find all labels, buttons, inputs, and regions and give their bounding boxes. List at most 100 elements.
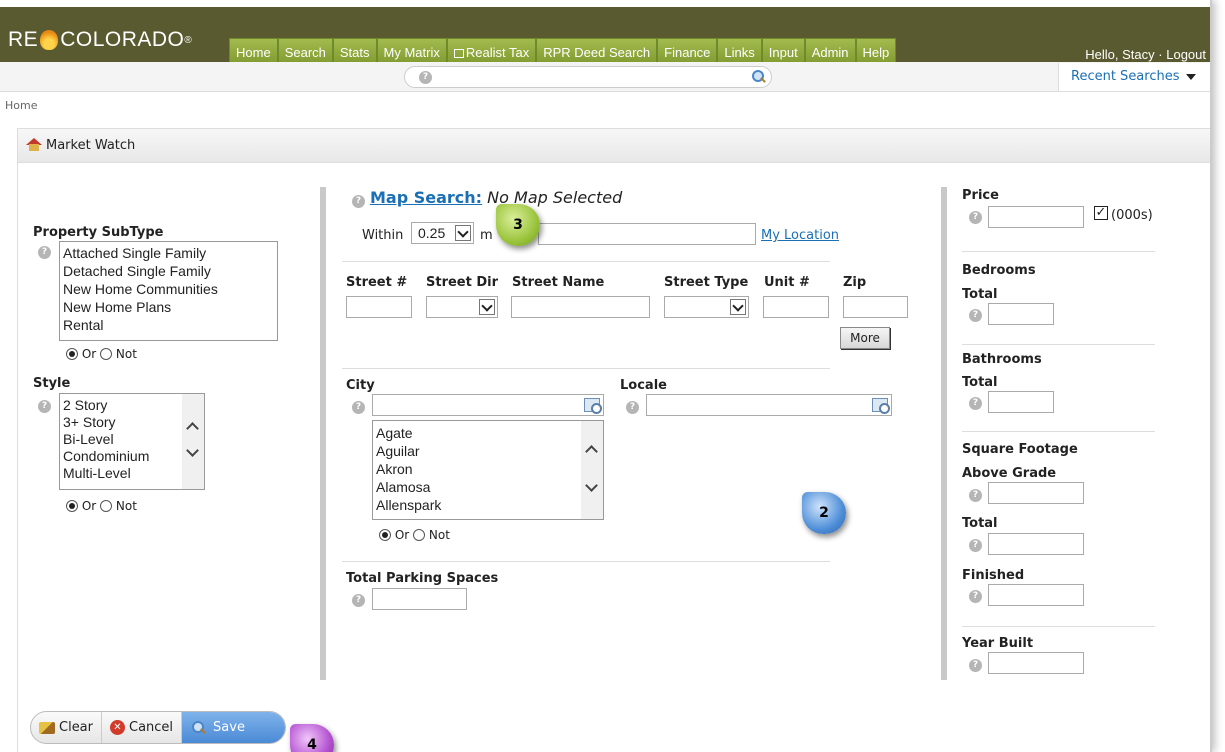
price-input[interactable] [988,206,1084,228]
lookup-icon[interactable] [584,398,602,414]
street-name-input[interactable] [511,296,650,318]
help-icon[interactable]: ? [969,397,982,410]
nav-rpr-deed-search[interactable]: RPR Deed Search [536,38,658,65]
action-toolbar: Clear ✕ Cancel Save [30,711,286,744]
greeting-separator: · [1158,47,1163,62]
nav-home[interactable]: Home [229,38,278,65]
subtype-option[interactable]: New Home Communities [63,280,277,298]
not-radio[interactable] [413,529,426,541]
lookup-icon[interactable] [872,398,890,414]
app-frame: RE COLORADO ® Home Search Stats My Matri… [0,0,1212,752]
city-option[interactable]: Agate [376,424,603,442]
nav-links[interactable]: Links [717,38,762,65]
not-radio[interactable] [100,500,113,512]
city-option[interactable]: Akron [376,460,603,478]
nav-my-matrix[interactable]: My Matrix [376,38,447,65]
city-list[interactable]: Agate Aguilar Akron Alamosa Allenspark [372,420,604,520]
city-scrollbar[interactable] [581,421,603,519]
help-icon[interactable]: ? [969,539,982,552]
map-search-link[interactable]: Map Search: [370,188,482,207]
recent-searches-label: Recent Searches [1071,69,1180,84]
nav-finance[interactable]: Finance [657,38,718,65]
not-label: Not [115,499,137,513]
clear-button[interactable]: Clear [31,712,102,743]
street-number-input[interactable] [346,296,412,318]
not-radio[interactable] [100,348,113,360]
search-icon [192,721,205,734]
section-divider [962,431,1155,432]
cancel-button[interactable]: ✕ Cancel [102,712,183,743]
or-radio[interactable] [66,500,78,512]
nav-input[interactable]: Input [761,38,805,65]
nav-stats[interactable]: Stats [332,38,377,65]
locale-input[interactable] [646,394,892,416]
chevron-up-icon[interactable] [186,422,199,435]
thousands-checkbox[interactable]: ✓ [1094,206,1108,220]
bathrooms-total-input[interactable] [988,391,1054,413]
nav-realist-tax[interactable]: Realist Tax [446,38,537,65]
subtype-option[interactable]: Rental [63,316,277,334]
city-input[interactable] [372,394,604,416]
above-grade-input[interactable] [988,482,1084,504]
zip-input[interactable] [843,296,908,318]
subtype-option[interactable]: Detached Single Family [63,262,277,280]
help-icon[interactable]: ? [38,400,51,413]
logo[interactable]: RE COLORADO ® [8,28,192,52]
sqft-total-input[interactable] [988,533,1084,555]
city-option[interactable]: Aguilar [376,442,603,460]
more-button[interactable]: More [840,327,890,349]
nav-admin[interactable]: Admin [804,38,856,65]
city-option[interactable]: Alamosa [376,478,603,496]
or-label: Or [81,499,97,513]
broom-icon [39,721,55,734]
chevron-up-icon[interactable] [585,445,598,458]
logo-text-right: COLORADO [60,28,185,51]
my-location-link[interactable]: My Location [761,228,839,243]
map-search-row: Map Search: No Map Selected [370,188,622,207]
bedrooms-total-input[interactable] [988,303,1054,325]
property-subtype-list[interactable]: Attached Single Family Detached Single F… [59,241,278,341]
street-name-label: Street Name [512,275,605,290]
location-address-input[interactable] [538,223,756,245]
parking-input[interactable] [372,588,467,610]
help-icon[interactable]: ? [969,489,982,502]
subtype-or-not: Or Not [66,347,137,361]
or-radio[interactable] [66,348,78,360]
help-icon[interactable]: ? [969,211,982,224]
chevron-down-icon[interactable] [186,444,199,457]
help-icon[interactable]: ? [38,246,51,259]
help-icon[interactable]: ? [352,195,365,208]
style-scrollbar[interactable] [182,394,204,489]
unit-number-input[interactable] [763,296,829,318]
logo-text-left: RE [8,28,39,51]
subtype-option[interactable]: Attached Single Family [63,244,277,262]
recent-searches-dropdown[interactable]: Recent Searches [1058,63,1210,91]
style-list[interactable]: 2 Story 3+ Story Bi-Level Condominium Mu… [59,393,205,490]
chevron-down-icon [455,225,471,241]
year-built-input[interactable] [988,652,1084,674]
help-icon[interactable]: ? [352,594,365,607]
property-subtype-label: Property SubType [33,225,164,240]
help-icon[interactable]: ? [969,659,982,672]
subtype-option[interactable]: New Home Plans [63,298,277,316]
within-distance-select[interactable]: 0.25 [411,222,474,244]
finished-input[interactable] [988,584,1084,606]
help-icon[interactable]: ? [352,401,365,414]
help-icon[interactable]: ? [969,590,982,603]
help-icon[interactable]: ? [419,71,432,84]
search-icon[interactable] [752,70,765,83]
chevron-down-icon[interactable] [585,479,598,492]
city-option[interactable]: Allenspark [376,496,603,514]
nav-search[interactable]: Search [277,38,333,65]
or-radio[interactable] [379,529,391,541]
save-button[interactable]: Save [182,712,285,743]
logout-link[interactable]: Logout [1166,47,1206,62]
help-icon[interactable]: ? [626,401,639,414]
nav-help[interactable]: Help [855,38,897,65]
logo-trademark: ® [184,34,193,46]
breadcrumb[interactable]: Home [5,99,37,112]
global-search-input[interactable]: ? [404,66,772,88]
street-type-select[interactable] [664,296,749,318]
street-dir-select[interactable] [426,296,498,318]
help-icon[interactable]: ? [969,309,982,322]
